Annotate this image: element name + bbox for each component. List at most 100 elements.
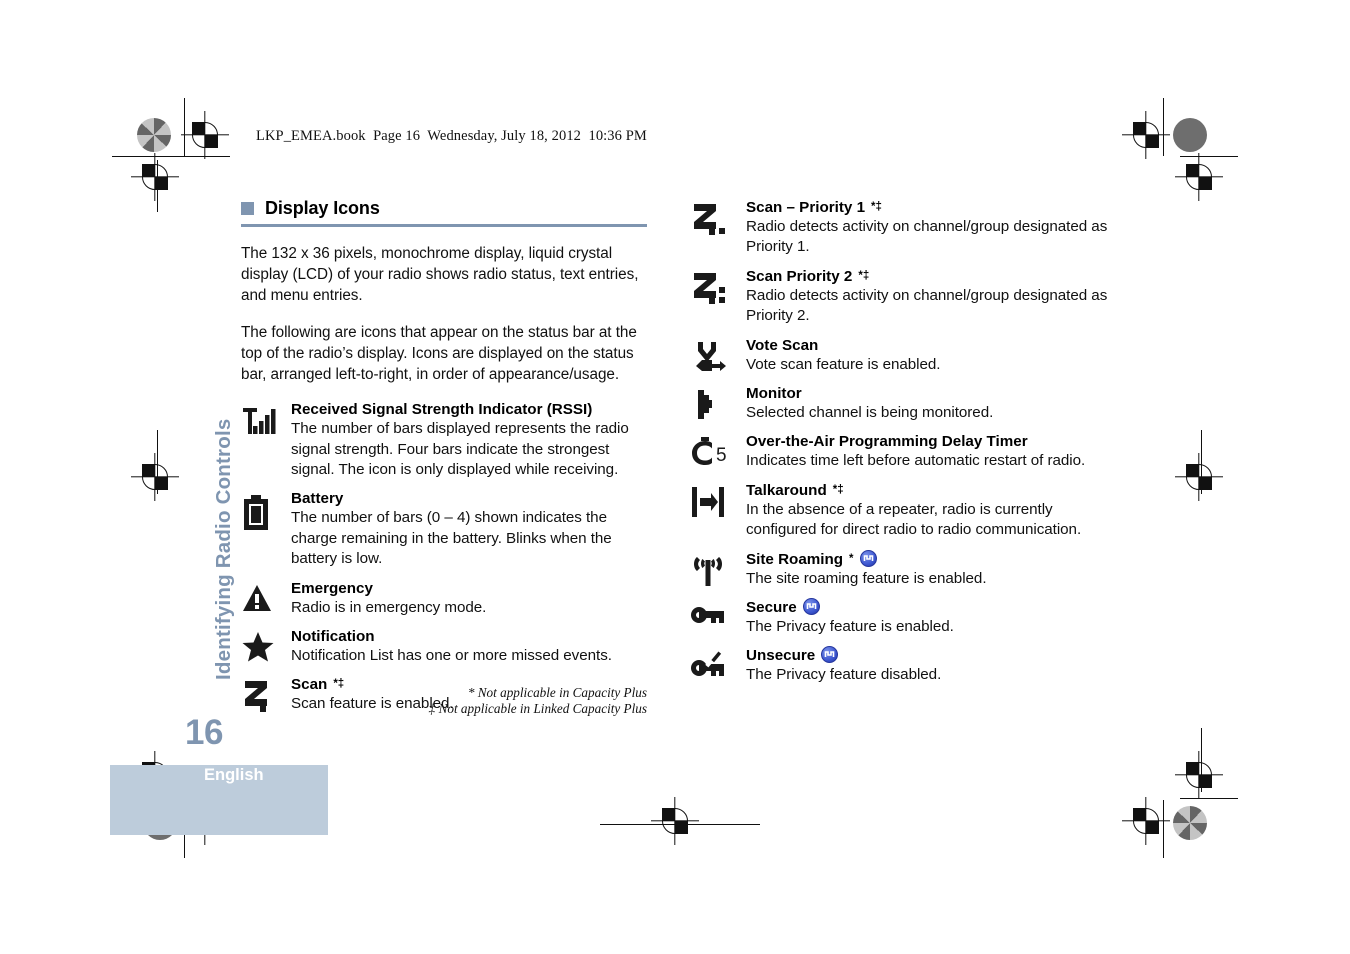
icon-entry-footnote-marker: *‡ [832, 483, 844, 496]
icon-entry-title: Scan – Priority 1 *‡ [746, 198, 1110, 217]
registration-target-left-upper [142, 164, 168, 190]
icon-entry-title: Unsecure [746, 646, 1110, 665]
rssi-signal-bars-icon [241, 400, 291, 442]
icon-entry-body: Monitor Selected channel is being monito… [746, 384, 1110, 423]
icon-entry-desc: Radio is in emergency mode. [291, 598, 487, 616]
icon-entry-title-text: Scan Priority 2 [746, 267, 853, 285]
icon-entry-desc: Notification List has one or more missed… [291, 647, 612, 665]
icon-entry-title: Battery [291, 489, 651, 508]
icon-entry-desc: Radio detects activity on channel/group … [746, 218, 1108, 256]
trim-line-right-upper [1180, 156, 1238, 158]
section-heading: Display Icons [241, 198, 651, 219]
capacity-plus-badge-icon [821, 646, 839, 664]
icon-entry-scan-priority-1: Scan – Priority 1 *‡ Radio detects activi… [690, 198, 1110, 258]
trim-line-top-left [184, 98, 186, 156]
icon-entry-body: Scan Priority 2 *‡ Radio detects activity… [746, 267, 1110, 327]
registration-target-right-lower [1186, 762, 1212, 788]
icon-entry-body: Vote Scan Vote scan feature is enabled. [746, 336, 1110, 375]
icon-entry-footnote-marker: *‡ [858, 269, 870, 282]
talkaround-icon [690, 481, 746, 519]
icon-entry-desc: Selected channel is being monitored. [746, 404, 994, 422]
icon-entry-battery: Battery The number of bars (0 – 4) shown… [241, 489, 651, 569]
registration-target-top-left [192, 122, 218, 148]
ota-programming-delay-timer-icon: 5 [690, 432, 746, 468]
icon-entry-title-text: Vote Scan [746, 336, 819, 354]
icon-entry-title-text: Unsecure [746, 647, 816, 665]
left-column: Display Icons The 132 x 36 pixels, monoc… [241, 198, 651, 724]
icon-entry-body: Secure The Privacy feature is enabled. [746, 598, 1110, 637]
icon-entry-title: Received Signal Strength Indicator (RSSI… [291, 400, 651, 419]
icon-entry-title: Secure [746, 598, 1110, 617]
icon-entry-title: Emergency [291, 579, 651, 598]
footnote-asterisk: * Not applicable in Capacity Plus [467, 685, 647, 700]
icon-entry-body: Talkaround *‡ In the absence of a repeate… [746, 481, 1110, 541]
icon-entry-unsecure: Unsecure The Privacy feature disabled. [690, 646, 1110, 685]
icon-entry-footnote-marker: * [849, 552, 854, 565]
emergency-warning-triangle-icon [241, 579, 291, 615]
right-column: Scan – Priority 1 *‡ Radio detects activi… [690, 198, 1110, 695]
icon-entry-title-text: Talkaround [746, 481, 827, 499]
icon-entry-title-text: Scan – Priority 1 [746, 199, 866, 216]
icon-entry-footnote-marker: *‡ [871, 201, 882, 213]
icon-entry-title-text: Received Signal Strength Indicator (RSSI… [291, 401, 593, 419]
trim-line-left-vert [157, 160, 159, 212]
icon-entry-scan-priority-2: Scan Priority 2 *‡ Radio detects activity… [690, 267, 1110, 327]
icon-entry-title: Notification [291, 627, 651, 646]
notification-star-icon [241, 627, 291, 665]
icon-entry-desc: The Privacy feature is enabled. [746, 618, 954, 636]
icon-entry-body: Battery The number of bars (0 – 4) shown… [291, 489, 651, 569]
trim-line-top-right [1163, 98, 1165, 156]
trim-line-left-middle [157, 430, 159, 494]
intro-paragraph-2: The following are icons that appear on t… [241, 323, 637, 384]
trim-line-right-middle [1201, 430, 1203, 494]
icon-entry-body: Site Roaming * The site roaming feature i… [746, 549, 1110, 589]
icon-entry-title-text: Over-the-Air Programming Delay Timer [746, 433, 1028, 451]
trim-line-left-upper [112, 156, 230, 158]
trim-line-bottom-center [600, 824, 760, 826]
capacity-plus-badge-icon [859, 549, 877, 567]
trim-line-right-bottom [1180, 798, 1238, 800]
icon-entry-body: Emergency Radio is in emergency mode. [291, 579, 651, 618]
icon-entry-desc: The number of bars (0 – 4) shown indicat… [291, 509, 612, 568]
icon-entry-desc: The site roaming feature is enabled. [746, 569, 987, 587]
icon-entry-title-text: Site Roaming [746, 550, 844, 568]
icon-entry-body: Unsecure The Privacy feature disabled. [746, 646, 1110, 685]
icon-entry-ota-delay-timer: 5 Over-the-Air Programming Delay Timer I… [690, 432, 1110, 471]
icon-entry-notification: Notification Notification List has one o… [241, 627, 651, 666]
icon-entry-title-text: Battery [291, 490, 344, 508]
unsecure-broken-key-icon [690, 646, 746, 680]
page-number: 16 [185, 713, 223, 752]
icon-entry-body: Over-the-Air Programming Delay Timer Ind… [746, 432, 1110, 471]
icon-entry-rssi: Received Signal Strength Indicator (RSSI… [241, 400, 651, 480]
registration-target-top-right [1133, 122, 1159, 148]
icon-entry-desc: Vote scan feature is enabled. [746, 355, 941, 373]
icon-entry-vote-scan: Vote Scan Vote scan feature is enabled. [690, 336, 1110, 375]
trim-line-right-lower-vert [1201, 728, 1203, 792]
icon-entry-title-text: Notification [291, 628, 375, 646]
svg-text:5: 5 [716, 445, 727, 466]
icon-entry-secure: Secure The Privacy feature is enabled. [690, 598, 1110, 637]
registration-target-right-bottom [1133, 808, 1159, 834]
icon-entry-emergency: Emergency Radio is in emergency mode. [241, 579, 651, 618]
icon-entry-title: Monitor [746, 384, 1110, 403]
scan-priority-1-icon [690, 198, 746, 238]
icon-entry-desc: Radio detects activity on channel/group … [746, 286, 1108, 325]
registration-target-right-upper [1186, 164, 1212, 190]
icon-entry-title: Vote Scan [746, 336, 1110, 355]
footnotes: * Not applicable in Capacity Plus ‡ Not … [241, 685, 647, 716]
registration-dot-top-left [137, 118, 171, 152]
icon-entry-title-text: Monitor [746, 385, 802, 403]
section-heading-text: Display Icons [265, 198, 380, 218]
icon-entry-monitor: Monitor Selected channel is being monito… [690, 384, 1110, 423]
scan-priority-2-icon [690, 267, 746, 307]
icon-entry-title: Site Roaming * [746, 549, 1110, 569]
monitor-flag-icon [690, 384, 746, 422]
icon-entry-title: Over-the-Air Programming Delay Timer [746, 432, 1110, 451]
icon-entry-site-roaming: Site Roaming * The site roaming feature i… [690, 549, 1110, 589]
icon-entry-talkaround: Talkaround *‡ In the absence of a repeate… [690, 481, 1110, 541]
trim-line-right-bottom-vert [1163, 800, 1165, 858]
heading-bullet-square-icon [241, 202, 254, 215]
icon-entry-title-text: Emergency [291, 579, 373, 597]
secure-key-icon [690, 598, 746, 628]
chapter-tab: Identifying Radio Controls [182, 380, 235, 680]
